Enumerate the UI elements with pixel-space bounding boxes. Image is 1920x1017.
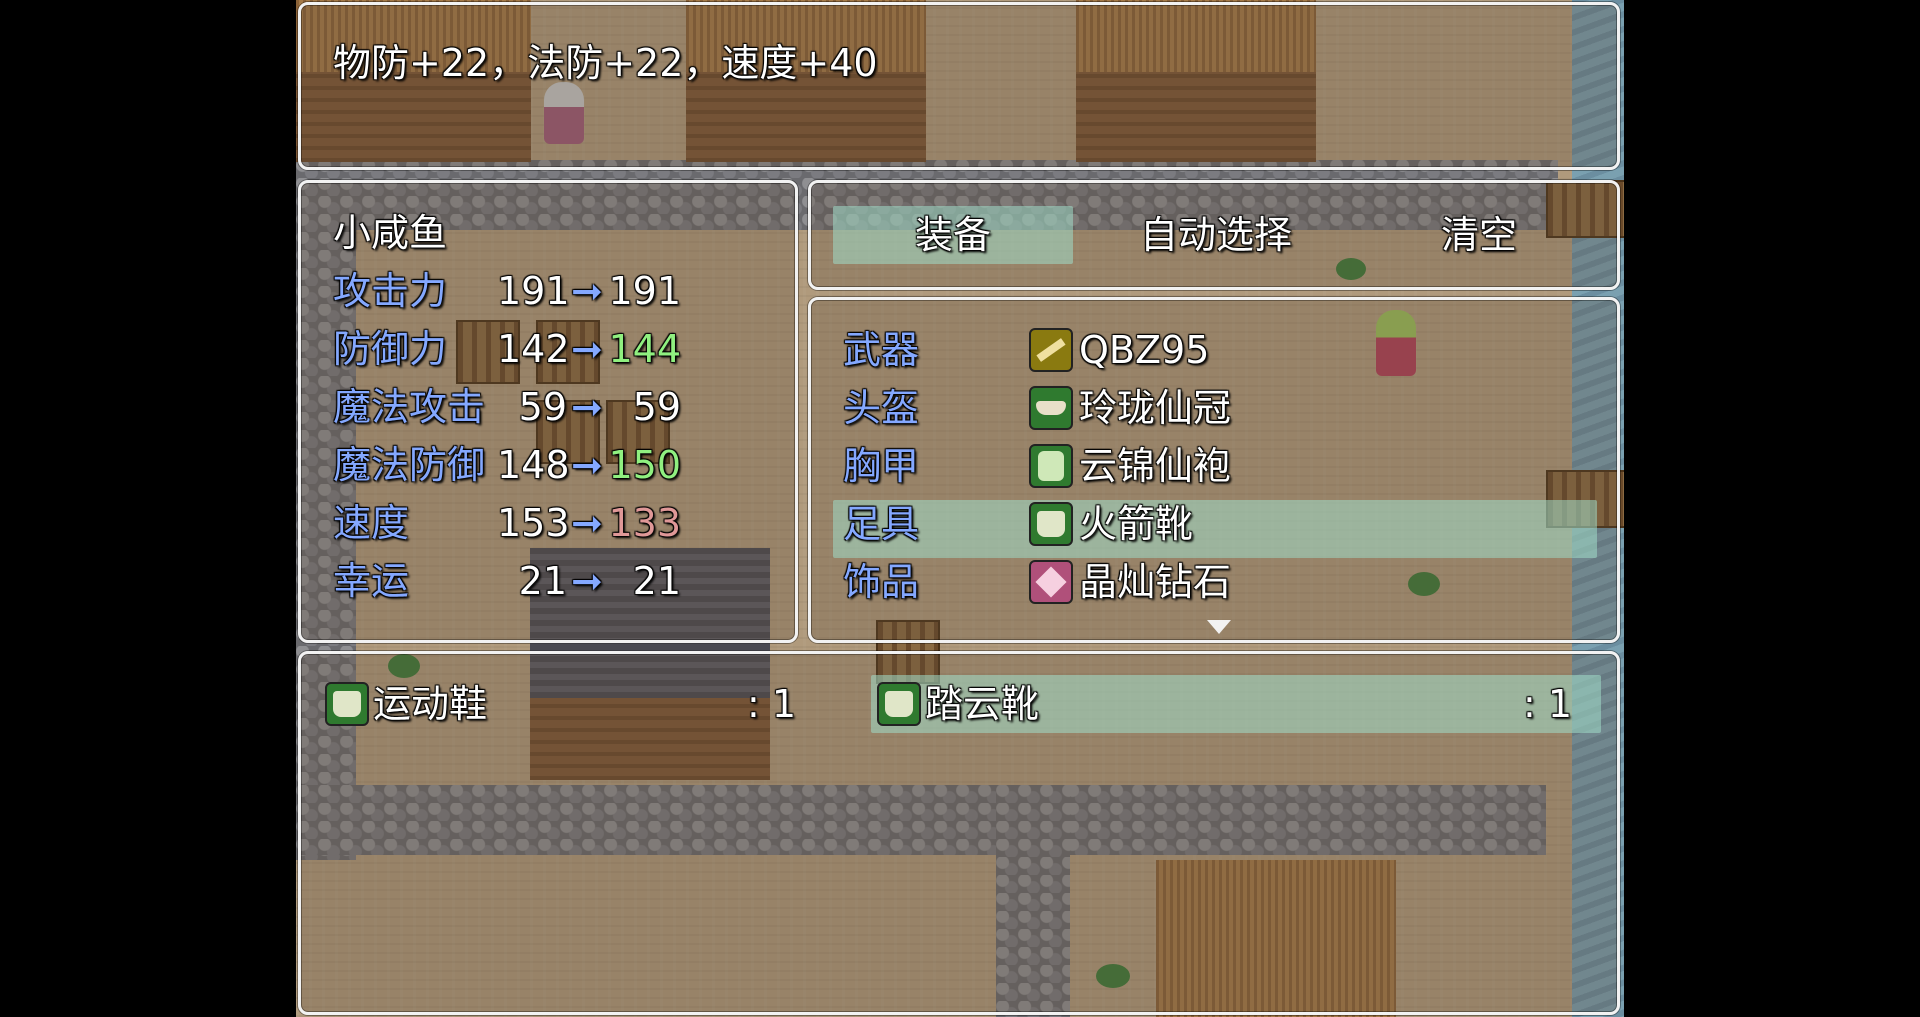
arrow-icon: ➞ <box>571 327 603 371</box>
help-text: 物防+22，法防+22，速度+40 <box>333 41 878 85</box>
arrow-icon: ➞ <box>571 501 603 545</box>
param-after: 191 <box>608 269 681 313</box>
arrow-icon: ➞ <box>571 269 603 313</box>
slot-cursor <box>833 500 1597 558</box>
slot-label: 头盔 <box>843 386 920 430</box>
param-label: 速度 <box>333 501 410 545</box>
slot-item[interactable]: 晶灿钻石 <box>1079 558 1231 606</box>
param-after: 133 <box>608 501 681 545</box>
arrow-icon: ➞ <box>571 385 603 429</box>
command-equip[interactable]: 装备 <box>833 211 1073 259</box>
status-window: 小咸鱼 攻击力 191 ➞ 191 防御力 142 ➞ 144 魔法攻击 59 … <box>298 180 798 643</box>
armor-icon <box>1029 444 1073 488</box>
item-name[interactable]: 踏云靴 <box>925 680 1039 728</box>
param-before: 191 <box>497 269 570 313</box>
param-label: 防御力 <box>333 327 448 371</box>
arrow-icon: ➞ <box>571 559 603 603</box>
slot-item[interactable]: 火箭靴 <box>1079 500 1193 548</box>
scroll-down-icon[interactable] <box>1207 620 1231 634</box>
param-before: 153 <box>497 501 570 545</box>
param-after: 144 <box>608 327 681 371</box>
slot-window: 武器 QBZ95 头盔 玲珑仙冠 胸甲 云锦仙袍 足具 火箭靴 饰品 晶灿钻石 <box>808 297 1620 643</box>
item-count: : 1 <box>747 682 797 726</box>
command-clear[interactable]: 清空 <box>1359 211 1599 259</box>
arrow-icon: ➞ <box>571 443 603 487</box>
hat-icon <box>1029 386 1073 430</box>
command-optimize[interactable]: 自动选择 <box>1096 211 1336 259</box>
boot-icon <box>1029 502 1073 546</box>
actor-name: 小咸鱼 <box>333 211 448 255</box>
param-after: 150 <box>608 443 681 487</box>
param-label: 魔法攻击 <box>333 385 486 429</box>
gun-icon <box>1029 328 1073 372</box>
boot-icon <box>325 682 369 726</box>
item-name[interactable]: 运动鞋 <box>373 680 487 728</box>
param-after: 59 <box>632 385 681 429</box>
param-before: 59 <box>518 385 567 429</box>
param-before: 21 <box>518 559 567 603</box>
slot-item[interactable]: 玲珑仙冠 <box>1079 384 1231 432</box>
slot-label: 饰品 <box>843 560 920 604</box>
item-count: : 1 <box>1523 682 1573 726</box>
param-label: 攻击力 <box>333 269 448 313</box>
gem-icon <box>1029 560 1073 604</box>
param-before: 142 <box>497 327 570 371</box>
param-label: 魔法防御 <box>333 443 486 487</box>
help-window: 物防+22，法防+22，速度+40 <box>298 2 1620 170</box>
item-window: 运动鞋 : 1 踏云靴 : 1 <box>298 651 1620 1015</box>
slot-label: 胸甲 <box>843 444 920 488</box>
boot-icon <box>877 682 921 726</box>
game-screen: 物防+22，法防+22，速度+40 小咸鱼 攻击力 191 ➞ 191 防御力 … <box>296 0 1624 1017</box>
param-label: 幸运 <box>333 559 410 603</box>
slot-item[interactable]: 云锦仙袍 <box>1079 442 1231 490</box>
command-window: 装备 自动选择 清空 <box>808 180 1620 290</box>
param-after: 21 <box>632 559 681 603</box>
slot-label: 武器 <box>843 328 920 372</box>
param-before: 148 <box>497 443 570 487</box>
slot-label[interactable]: 足具 <box>843 500 919 548</box>
slot-item[interactable]: QBZ95 <box>1079 326 1209 374</box>
